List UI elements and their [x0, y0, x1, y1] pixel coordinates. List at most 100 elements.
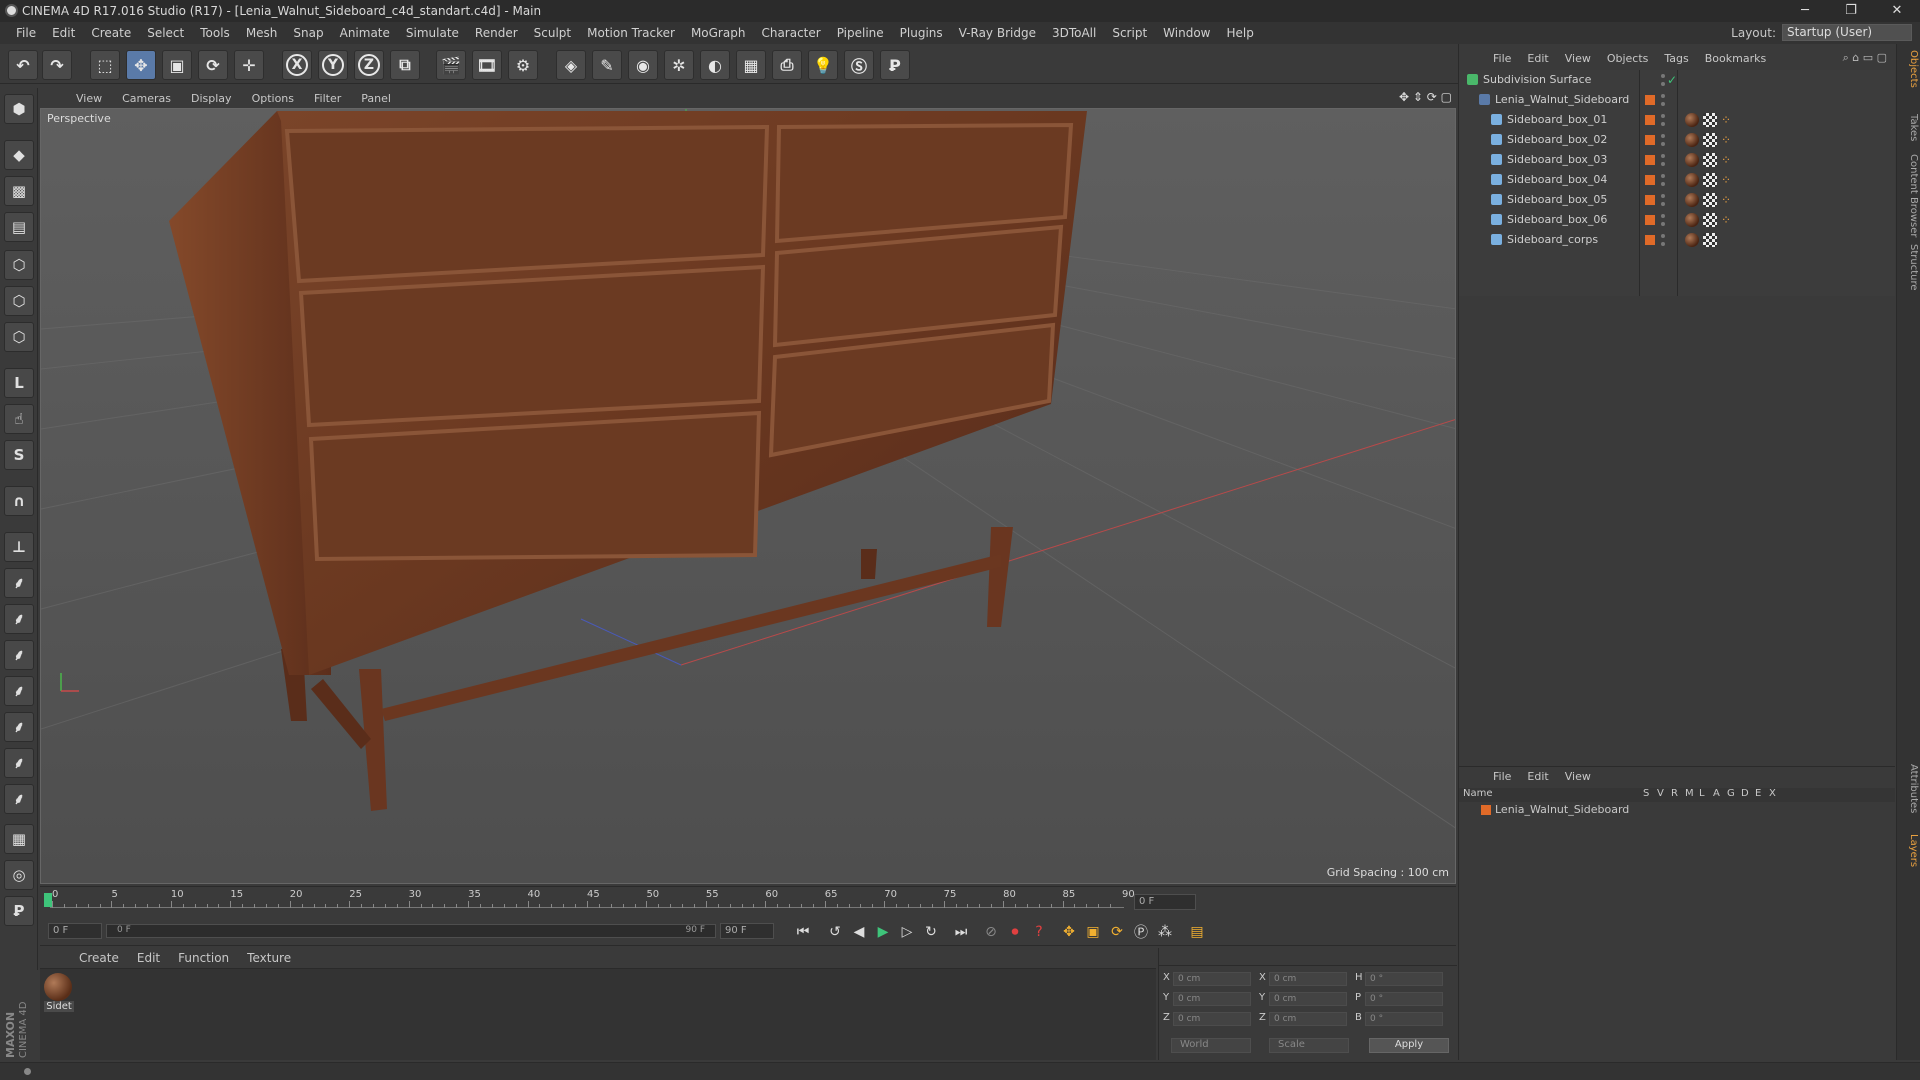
coordinate-pos-field[interactable]: 0 cm	[1173, 972, 1251, 986]
layer-color-swatch[interactable]	[1645, 195, 1655, 205]
sculpt-pinch-icon[interactable]: ⸙	[4, 748, 34, 778]
layer-color-swatch[interactable]	[1645, 115, 1655, 125]
phong-tag-icon[interactable]: ⁘	[1721, 190, 1731, 210]
object-menu-view[interactable]: View	[1557, 52, 1599, 65]
render-visibility-dot[interactable]	[1661, 202, 1665, 206]
menu-plugins[interactable]: Plugins	[892, 26, 951, 40]
uvw-tag-icon[interactable]	[1703, 133, 1717, 147]
size-mode-dropdown[interactable]: Scale	[1269, 1038, 1349, 1053]
material-menu-function[interactable]: Function	[169, 951, 238, 965]
object-menu-file[interactable]: File	[1485, 52, 1519, 65]
coordinate-mode-dropdown[interactable]: World	[1171, 1038, 1251, 1053]
tab-takes[interactable]: Takes	[1899, 114, 1919, 141]
sculpt-pull-icon[interactable]: ⸙	[4, 604, 34, 634]
menu-sculpt[interactable]: Sculpt	[526, 26, 579, 40]
material-menu-create[interactable]: Create	[70, 951, 128, 965]
object-row[interactable]: Sideboard_box_05 ⁘	[1463, 190, 1889, 210]
editor-visibility-dot[interactable]	[1661, 234, 1665, 238]
coordinate-rot-field[interactable]: 0 °	[1365, 992, 1443, 1006]
menu-select[interactable]: Select	[139, 26, 192, 40]
editor-visibility-dot[interactable]	[1661, 154, 1665, 158]
workplane-icon[interactable]: ⊥	[4, 532, 34, 562]
uvw-tag-icon[interactable]	[1703, 153, 1717, 167]
scale-tool-icon[interactable]: ▣	[162, 50, 192, 80]
magnet-icon[interactable]: ∩	[4, 486, 34, 516]
go-to-end-icon[interactable]: ⏭	[950, 921, 972, 943]
render-view-icon[interactable]: 🎬	[436, 50, 466, 80]
cube-primitive-icon[interactable]: ◈	[556, 50, 586, 80]
grid-lock-icon[interactable]: ▦	[4, 824, 34, 854]
object-menu-tags[interactable]: Tags	[1656, 52, 1696, 65]
tab-attributes[interactable]: Attributes	[1899, 764, 1919, 813]
viewport-menu-panel[interactable]: Panel	[351, 92, 401, 105]
render-visibility-dot[interactable]	[1661, 102, 1665, 106]
object-row[interactable]: Sideboard_box_01 ⁘	[1463, 110, 1889, 130]
viewport-menu-display[interactable]: Display	[181, 92, 242, 105]
render-picture-viewer-icon[interactable]: 🎞	[472, 50, 502, 80]
x-axis-lock-button[interactable]: X	[282, 50, 312, 80]
uvw-tag-icon[interactable]	[1703, 113, 1717, 127]
object-menu-objects[interactable]: Objects	[1599, 52, 1657, 65]
go-to-start-icon[interactable]: ⏮	[792, 921, 814, 943]
uvw-tag-icon[interactable]	[1703, 173, 1717, 187]
play-icon[interactable]: ▶	[872, 921, 894, 943]
editor-visibility-dot[interactable]	[1661, 134, 1665, 138]
key-parameter-icon[interactable]: Ⓟ	[1130, 921, 1152, 943]
polygons-mode-icon[interactable]: ⬡	[4, 322, 34, 352]
object-menu-edit[interactable]: Edit	[1519, 52, 1556, 65]
material-tag-icon[interactable]	[1685, 153, 1699, 167]
menu-mograph[interactable]: MoGraph	[683, 26, 754, 40]
texture-mode-icon[interactable]: ▩	[4, 176, 34, 206]
menu-pipeline[interactable]: Pipeline	[829, 26, 892, 40]
editor-visibility-dot[interactable]	[1661, 194, 1665, 198]
sculpt-grab-icon[interactable]: ⸙	[4, 568, 34, 598]
timeline-playhead[interactable]	[44, 893, 52, 907]
render-visibility-dot[interactable]	[1661, 162, 1665, 166]
key-position-icon[interactable]: ✥	[1058, 921, 1080, 943]
phong-tag-icon[interactable]: ⁘	[1721, 110, 1731, 130]
pen-spline-icon[interactable]: ✎	[592, 50, 622, 80]
perspective-viewport[interactable]: Perspective Grid Spacing : 100 cm	[40, 108, 1456, 884]
phong-tag-icon[interactable]: ⁘	[1721, 210, 1731, 230]
tweak-mode-icon[interactable]: ☝	[4, 404, 34, 434]
edges-mode-icon[interactable]: ⬡	[4, 286, 34, 316]
menu-simulate[interactable]: Simulate	[398, 26, 467, 40]
object-row[interactable]: Sideboard_corps	[1463, 230, 1889, 250]
next-key-icon[interactable]: ↻	[920, 921, 942, 943]
current-frame-field[interactable]: 0 F	[1134, 894, 1196, 910]
viewport-menu-cameras[interactable]: Cameras	[112, 92, 181, 105]
viewport-menu-options[interactable]: Options	[242, 92, 304, 105]
layer-color-swatch[interactable]	[1645, 95, 1655, 105]
key-pla-icon[interactable]: ⁂	[1154, 921, 1176, 943]
render-visibility-dot[interactable]	[1661, 222, 1665, 226]
timeline-ruler[interactable]: 0 5 10 15 20 25 30 35 40 45 50 55 60 65 70 75 80 85 90 0 F	[40, 886, 1456, 916]
keyframe-selection-icon[interactable]: ?	[1028, 921, 1050, 943]
mograph-cloner-icon[interactable]: ✲	[664, 50, 694, 80]
material-thumbnail[interactable]: Sidet	[44, 973, 74, 1017]
minimize-button[interactable]: ─	[1782, 0, 1828, 22]
restore-button[interactable]: ❐	[1828, 0, 1874, 22]
points-mode-icon[interactable]: ⬡	[4, 250, 34, 280]
coordinate-size-field[interactable]: 0 cm	[1269, 992, 1347, 1006]
object-manager-nav-icons[interactable]: ⌕ ⌂ ▭ ▢	[1843, 51, 1887, 65]
model-mode-icon[interactable]: ◆	[4, 140, 34, 170]
object-row[interactable]: Lenia_Walnut_Sideboard	[1463, 90, 1889, 110]
deformer-icon[interactable]: ◐	[700, 50, 730, 80]
tab-layers[interactable]: Layers	[1899, 834, 1919, 867]
uvw-tag-icon[interactable]	[1703, 213, 1717, 227]
layer-color-swatch[interactable]	[1645, 235, 1655, 245]
layer-color-swatch[interactable]	[1645, 175, 1655, 185]
vray-bridge-icon[interactable]: Ⓢ	[844, 50, 874, 80]
layout-dropdown[interactable]: Startup (User)	[1782, 24, 1912, 41]
material-tag-icon[interactable]	[1685, 213, 1699, 227]
coordinate-rot-field[interactable]: 0 °	[1365, 1012, 1443, 1026]
menu-snap[interactable]: Snap	[285, 26, 331, 40]
menu-character[interactable]: Character	[753, 26, 828, 40]
menu-tools[interactable]: Tools	[192, 26, 238, 40]
menu-3dtoall[interactable]: 3DToAll	[1044, 26, 1104, 40]
menu-mesh[interactable]: Mesh	[238, 26, 286, 40]
menu-script[interactable]: Script	[1104, 26, 1155, 40]
material-tag-icon[interactable]	[1685, 233, 1699, 247]
coordinate-size-field[interactable]: 0 cm	[1269, 972, 1347, 986]
layer-menu-file[interactable]: File	[1485, 770, 1519, 783]
